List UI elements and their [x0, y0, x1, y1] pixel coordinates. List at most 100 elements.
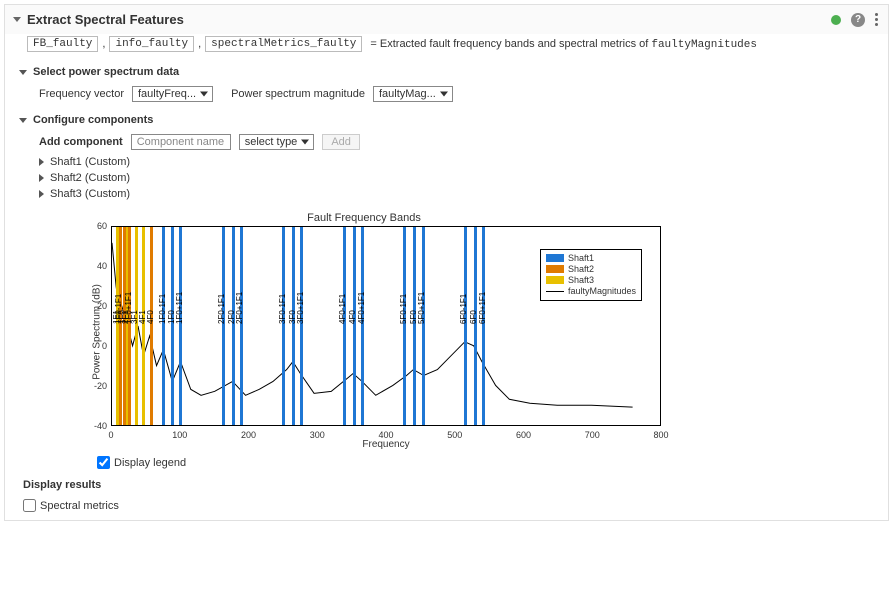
frequency-band-bar	[171, 227, 174, 425]
frequency-band-label: 6F0	[469, 310, 478, 324]
frequency-band-bar	[361, 227, 364, 425]
output-var-3[interactable]: spectralMetrics_faulty	[205, 36, 362, 52]
component-type-dropdown[interactable]: select type	[239, 134, 315, 150]
frequency-band-label: 2F0-1F1	[217, 294, 226, 324]
frequency-band-bar	[474, 227, 477, 425]
display-legend-checkbox[interactable]	[97, 456, 110, 469]
frequency-band-bar	[343, 227, 346, 425]
component-item[interactable]: Shaft2 (Custom)	[39, 172, 876, 184]
ps-magnitude-dropdown[interactable]: faultyMag...	[373, 86, 453, 102]
output-var-2[interactable]: info_faulty	[109, 36, 194, 52]
frequency-band-label: 4F0	[348, 310, 357, 324]
frequency-band-label: 6F0+1F1	[478, 292, 487, 324]
ytick: 40	[83, 261, 107, 271]
help-icon[interactable]: ?	[851, 13, 865, 27]
frequency-band-bar	[179, 227, 182, 425]
frequency-band-bar	[119, 227, 122, 425]
task-panel: Extract Spectral Features ? FB_faulty, i…	[4, 4, 889, 521]
section-header-select-ps[interactable]: Select power spectrum data	[19, 66, 876, 78]
ytick: 60	[83, 221, 107, 231]
frequency-band-bar	[300, 227, 303, 425]
chevron-right-icon	[39, 174, 44, 182]
chart-xlabel: Frequency	[111, 439, 661, 450]
ytick: 0	[83, 341, 107, 351]
xtick: 500	[447, 430, 462, 440]
legend-swatch-icon	[546, 254, 564, 262]
panel-header: Extract Spectral Features ?	[5, 5, 888, 34]
legend-swatch-icon	[546, 265, 564, 273]
frequency-band-label: 4F0	[146, 310, 155, 324]
xtick: 100	[172, 430, 187, 440]
frequency-band-bar	[232, 227, 235, 425]
frequency-band-label: 1F0+1F1	[175, 292, 184, 324]
outputs-row: FB_faulty, info_faulty, spectralMetrics_…	[5, 34, 888, 58]
frequency-band-label: 2F0+1F1	[235, 292, 244, 324]
spectral-metrics-label[interactable]: Spectral metrics	[40, 500, 119, 512]
frequency-band-bar	[240, 227, 243, 425]
frequency-band-bar	[282, 227, 285, 425]
component-item[interactable]: Shaft1 (Custom)	[39, 156, 876, 168]
kebab-menu-icon[interactable]	[873, 11, 880, 28]
status-indicator-icon	[831, 15, 841, 25]
spectral-metrics-checkbox[interactable]	[23, 499, 36, 512]
frequency-band-bar	[162, 227, 165, 425]
ps-magnitude-label: Power spectrum magnitude	[231, 88, 365, 100]
frequency-band-label: 6F0-1F1	[459, 294, 468, 324]
display-results-heading: Display results	[23, 479, 876, 491]
frequency-band-bar	[403, 227, 406, 425]
chevron-down-icon	[19, 118, 27, 123]
collapse-icon[interactable]	[13, 17, 21, 22]
xtick: 400	[378, 430, 393, 440]
frequency-band-label: 3F0-1F1	[278, 294, 287, 324]
xtick: 800	[653, 430, 668, 440]
chart-title: Fault Frequency Bands	[49, 212, 679, 224]
output-var-1[interactable]: FB_faulty	[27, 36, 98, 52]
xtick: 700	[585, 430, 600, 440]
output-description: = Extracted fault frequency bands and sp…	[370, 38, 757, 51]
chevron-right-icon	[39, 158, 44, 166]
add-component-label: Add component	[39, 136, 123, 148]
freq-vector-label: Frequency vector	[39, 88, 124, 100]
chart-container: Fault Frequency Bands Power Spectrum (dB…	[49, 212, 876, 469]
section-header-config[interactable]: Configure components	[19, 114, 876, 126]
freq-vector-dropdown[interactable]: faultyFreq...	[132, 86, 213, 102]
panel-title: Extract Spectral Features	[27, 12, 184, 27]
frequency-band-bar	[135, 227, 138, 425]
add-button[interactable]: Add	[322, 134, 360, 150]
frequency-band-label: 4F0-1F1	[338, 294, 347, 324]
frequency-band-label: 5F0-1F1	[399, 294, 408, 324]
ytick: -40	[83, 421, 107, 431]
legend-swatch-icon	[546, 276, 564, 284]
frequency-band-bar	[128, 227, 131, 425]
chart-ylabel: Power Spectrum (dB)	[91, 284, 102, 380]
display-legend-label[interactable]: Display legend	[114, 457, 186, 469]
frequency-band-label: 5F0+1F1	[417, 292, 426, 324]
plot-area: 1F11F0-1F11F02F11F0+1F13F14F14F01F0-1F11…	[111, 226, 661, 426]
legend-line-icon	[546, 291, 564, 292]
section-select-power-spectrum: Select power spectrum data Frequency vec…	[33, 66, 876, 102]
ytick: -20	[83, 381, 107, 391]
chart-legend: Shaft1Shaft2Shaft3faultyMagnitudes	[540, 249, 642, 301]
frequency-band-bar	[422, 227, 425, 425]
xtick: 200	[241, 430, 256, 440]
frequency-band-bar	[142, 227, 145, 425]
xtick: 600	[516, 430, 531, 440]
component-name-input[interactable]: Component name	[131, 134, 231, 150]
chevron-right-icon	[39, 190, 44, 198]
xtick: 0	[108, 430, 113, 440]
frequency-band-bar	[482, 227, 485, 425]
ytick: 20	[83, 301, 107, 311]
chevron-down-icon	[19, 70, 27, 75]
frequency-band-bar	[464, 227, 467, 425]
frequency-band-label: 1F0-1F1	[158, 294, 167, 324]
frequency-band-bar	[150, 227, 153, 425]
frequency-band-bar	[413, 227, 416, 425]
section-configure-components: Configure components Add component Compo…	[33, 114, 876, 200]
frequency-band-label: 4F0+1F1	[357, 292, 366, 324]
component-item[interactable]: Shaft3 (Custom)	[39, 188, 876, 200]
frequency-band-label: 3F0+1F1	[296, 292, 305, 324]
frequency-band-bar	[353, 227, 356, 425]
xtick: 300	[310, 430, 325, 440]
frequency-band-bar	[292, 227, 295, 425]
frequency-band-bar	[222, 227, 225, 425]
